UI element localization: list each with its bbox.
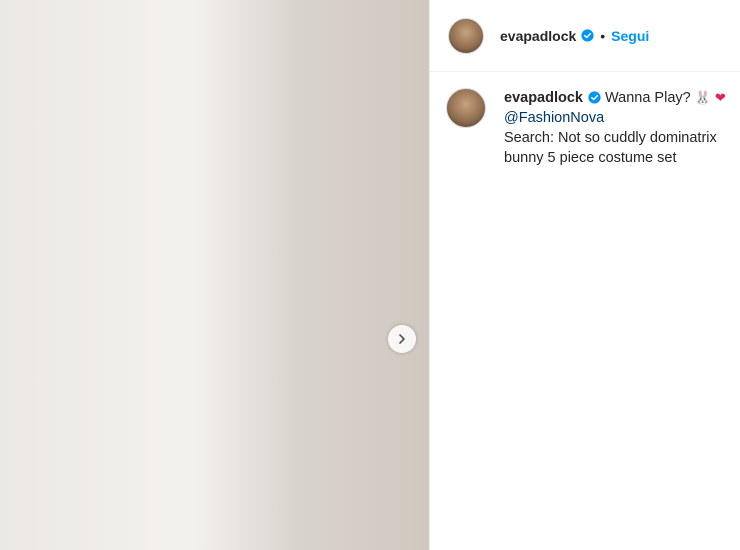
- carousel-next-button[interactable]: [388, 325, 416, 353]
- caption-avatar[interactable]: [446, 88, 486, 128]
- chevron-right-icon: [399, 334, 405, 344]
- instagram-post: evapadlock • Segui evapadlock Wanna Play?…: [0, 0, 740, 550]
- bunny-emoji-icon: 🐰: [694, 90, 711, 105]
- post-sidebar: evapadlock • Segui evapadlock Wanna Play?…: [430, 0, 740, 550]
- post-header: evapadlock • Segui: [430, 0, 740, 72]
- verified-badge-icon: [588, 91, 601, 104]
- avatar[interactable]: [448, 17, 484, 54]
- heart-emoji-icon: ❤: [714, 90, 726, 105]
- caption-username[interactable]: evapadlock: [504, 90, 583, 106]
- header-username[interactable]: evapadlock: [500, 28, 576, 44]
- post-media[interactable]: [0, 0, 430, 550]
- caption-text: Wanna Play?: [605, 90, 691, 106]
- caption-body: evapadlock Wanna Play? 🐰 ❤ @FashionNova Sea…: [504, 88, 726, 168]
- post-caption: evapadlock Wanna Play? 🐰 ❤ @FashionNova Sea…: [430, 72, 740, 168]
- header-separator: •: [600, 27, 606, 44]
- follow-button[interactable]: Segui: [611, 28, 649, 44]
- verified-badge-icon: [581, 29, 594, 42]
- caption-mention-link[interactable]: @FashionNova: [504, 108, 726, 128]
- post-photo-placeholder: [0, 0, 429, 550]
- caption-body-text: Search: Not so cuddly dominatrix bunny 5…: [504, 130, 717, 166]
